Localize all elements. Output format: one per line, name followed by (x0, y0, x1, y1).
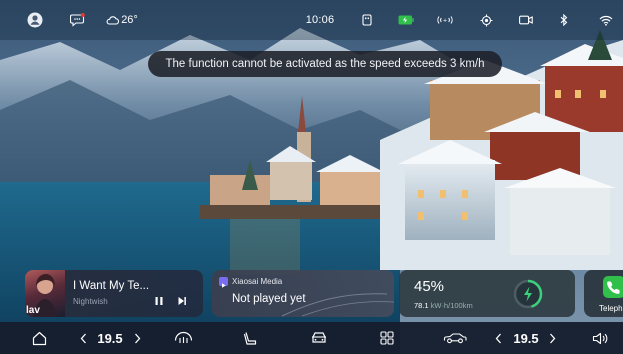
energy-card[interactable]: 45% 78.1 kW·h/100km (399, 270, 575, 317)
charge-ring-icon (512, 278, 544, 310)
consumption-value: 78.1 (414, 301, 429, 310)
clock-time: 10:06 (305, 14, 335, 26)
right-temp-decrease-button[interactable] (492, 322, 504, 354)
seat-icon[interactable] (241, 322, 259, 354)
phone-card[interactable]: Teleph (584, 270, 623, 317)
music-player-card[interactable]: lav I Want My Te... Nightwish (25, 270, 203, 317)
toast-message: The function cannot be activated as the … (165, 58, 485, 70)
right-temp-increase-button[interactable] (546, 322, 558, 354)
camera-icon (518, 11, 534, 29)
apps-grid-icon[interactable] (378, 322, 396, 354)
signal-broadcast-icon: + (435, 11, 455, 29)
song-title: I Want My Te... (73, 280, 150, 292)
defrost-icon[interactable] (172, 322, 194, 354)
song-artist: Nightwish (73, 297, 108, 306)
album-cover-text: lav (26, 305, 40, 316)
location-icon (478, 11, 494, 29)
volume-icon[interactable] (590, 322, 610, 354)
message-icon[interactable] (69, 11, 85, 29)
left-temp-decrease-button[interactable] (77, 322, 89, 354)
media-app-icon (219, 277, 228, 288)
speed-warning-toast: The function cannot be activated as the … (148, 51, 502, 77)
next-track-icon[interactable] (176, 294, 188, 306)
consumption-unit: kW·h/100km (430, 301, 473, 310)
right-temperature: 19.5 (513, 330, 539, 346)
home-icon[interactable] (30, 322, 48, 354)
battery-percentage: 45% (414, 278, 445, 295)
left-temp-increase-button[interactable] (131, 322, 143, 354)
bottom-dock: 19.5 19.5 (0, 322, 623, 354)
media-play-status: Not played yet (232, 293, 306, 305)
weather-indicator[interactable]: 26° (106, 11, 138, 29)
status-bar: 26° 10:06 + (0, 0, 623, 40)
car-icon[interactable] (308, 322, 330, 354)
left-temperature: 19.5 (97, 330, 123, 346)
energy-consumption: 78.1 kW·h/100km (414, 301, 473, 310)
svg-text:+: + (443, 18, 448, 24)
wifi-icon (598, 11, 614, 29)
pause-icon[interactable] (153, 294, 165, 306)
cloud-icon (106, 15, 120, 25)
usb-icon (360, 11, 374, 29)
user-avatar-icon[interactable] (26, 11, 44, 29)
phone-icon (603, 276, 623, 298)
car-side-icon[interactable] (441, 322, 469, 354)
album-cover[interactable]: lav (25, 270, 65, 317)
weather-temperature: 26° (121, 14, 138, 26)
media-app-name: Xiaosai Media (232, 277, 283, 286)
media-app-card[interactable]: Xiaosai Media Not played yet (212, 270, 394, 317)
phone-label: Teleph (599, 304, 623, 313)
bluetooth-icon (557, 11, 571, 29)
battery-icon (397, 11, 415, 29)
